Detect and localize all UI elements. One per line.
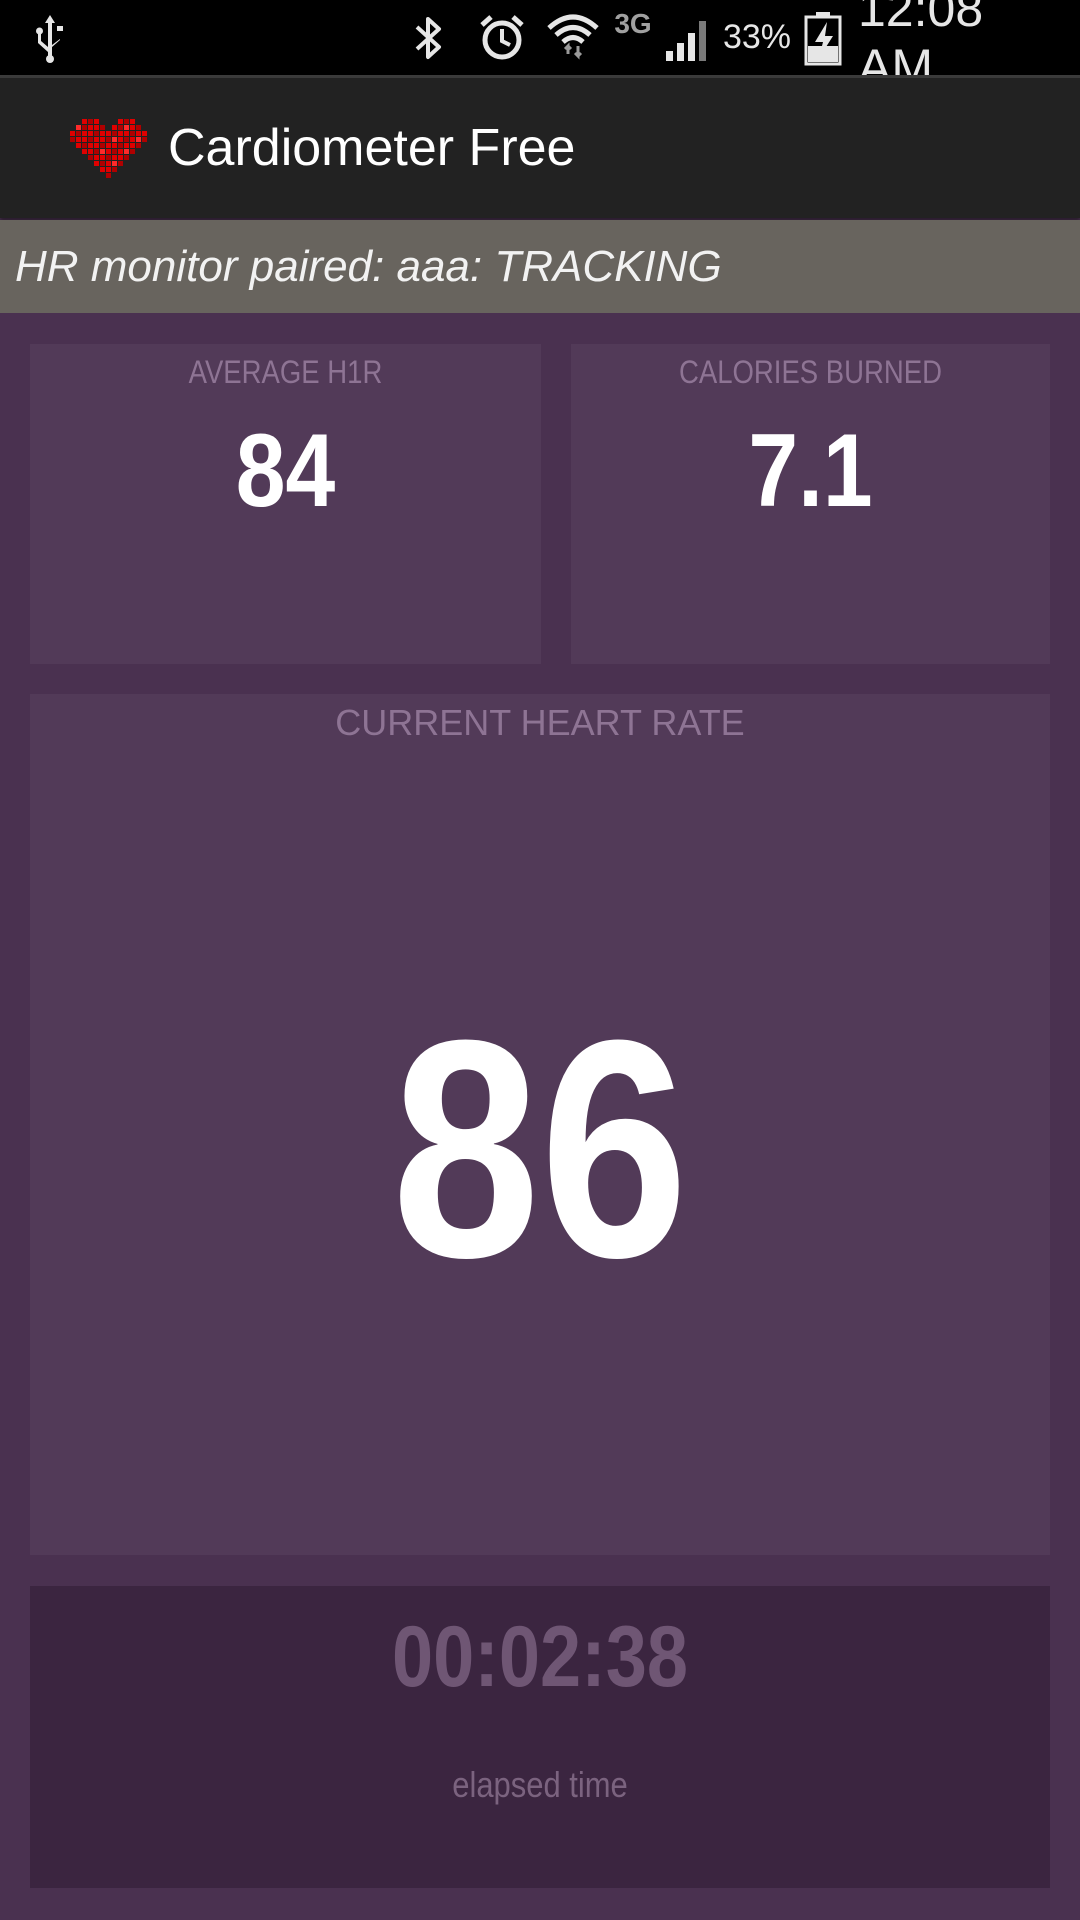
- calories-label: CALORIES BURNED: [678, 354, 943, 390]
- pairing-status-text: HR monitor paired: aaa: TRACKING: [15, 242, 722, 291]
- action-bar: Cardiometer Free: [0, 78, 1080, 218]
- alarm-icon: [476, 0, 528, 75]
- status-bar: 3G 33% 12:08 AM: [0, 0, 1080, 95]
- current-heart-rate-tile[interactable]: CURRENT HEART RATE 86: [30, 694, 1050, 1555]
- network-type-label: 3G: [614, 7, 652, 39]
- current-heart-rate-value: 86: [391, 975, 689, 1322]
- app-title: Cardiometer Free: [168, 119, 576, 177]
- elapsed-time-caption: elapsed time: [452, 1764, 628, 1805]
- wifi-icon: [544, 0, 602, 75]
- heart-icon[interactable]: [70, 116, 148, 182]
- calories-value: 7.1: [748, 413, 873, 529]
- elapsed-time-tile[interactable]: 00:02:38 elapsed time: [30, 1586, 1050, 1888]
- bluetooth-icon: [408, 0, 448, 75]
- elapsed-time-value: 00:02:38: [391, 1609, 689, 1705]
- average-hr-label: AVERAGE H1R: [188, 354, 383, 390]
- pairing-status-banner[interactable]: HR monitor paired: aaa: TRACKING: [0, 220, 1080, 313]
- status-time: 12:08 AM: [858, 0, 984, 95]
- current-heart-rate-label: CURRENT HEART RATE: [335, 702, 745, 743]
- average-hr-tile[interactable]: AVERAGE H1R 84: [30, 344, 541, 664]
- signal-icon: [664, 0, 714, 75]
- usb-icon: [30, 0, 70, 75]
- battery-percent: 33%: [722, 18, 792, 56]
- calories-tile[interactable]: CALORIES BURNED 7.1: [571, 344, 1050, 664]
- average-hr-value: 84: [235, 413, 336, 529]
- battery-charging-icon: [802, 0, 844, 75]
